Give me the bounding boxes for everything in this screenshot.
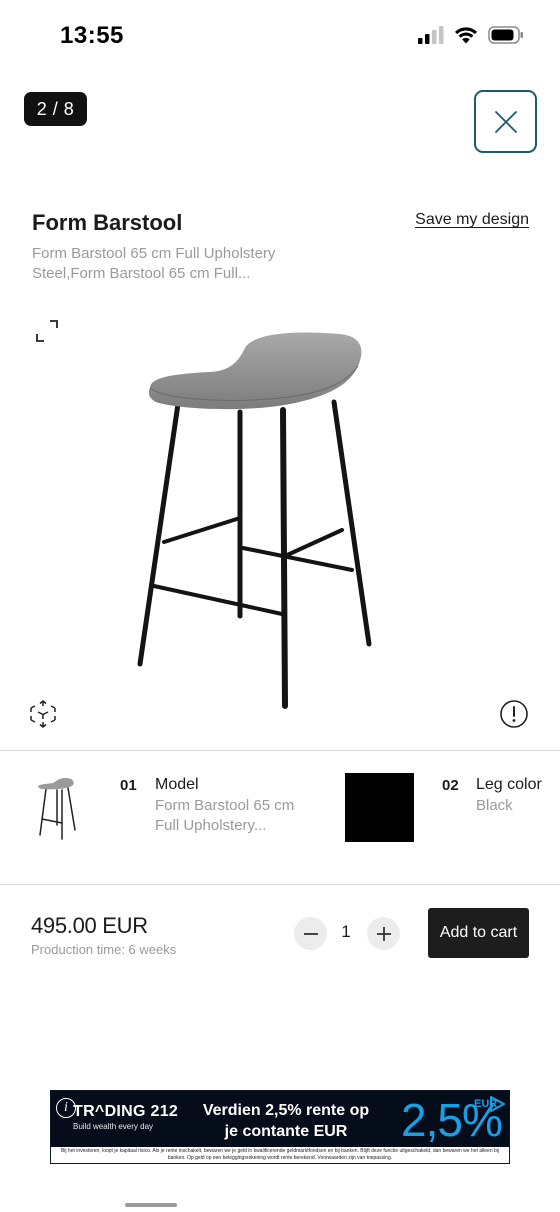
save-design-link[interactable]: Save my design xyxy=(415,211,529,229)
config-leg-color-value: Black xyxy=(476,797,513,814)
plus-icon xyxy=(376,926,391,941)
config-leg-color-label[interactable]: Leg color xyxy=(476,776,542,794)
ar-view-icon[interactable] xyxy=(28,698,58,730)
ad-banner[interactable]: i TR^DING 212 Build wealth every day Ver… xyxy=(50,1090,510,1164)
quantity-increase-button[interactable] xyxy=(367,917,400,950)
leg-color-swatch[interactable] xyxy=(345,773,414,842)
model-thumbnail[interactable] xyxy=(33,775,81,841)
close-icon xyxy=(494,110,517,133)
close-button[interactable] xyxy=(474,90,537,153)
battery-icon xyxy=(488,26,523,44)
config-model-label[interactable]: Model xyxy=(155,776,199,794)
ad-arrow-icon xyxy=(490,1096,505,1112)
quantity-decrease-button[interactable] xyxy=(294,917,327,950)
ad-tagline: Build wealth every day xyxy=(73,1122,154,1131)
config-model-number: 01 xyxy=(120,777,137,794)
product-subtitle: Form Barstool 65 cm Full Upholstery Stee… xyxy=(32,245,276,282)
add-to-cart-button[interactable]: Add to cart xyxy=(428,908,529,958)
ad-brand: TR^DING 212 xyxy=(73,1103,179,1120)
info-icon[interactable] xyxy=(499,699,529,729)
signal-icon xyxy=(418,26,444,44)
product-title: Form Barstool xyxy=(32,210,183,235)
gallery-counter: 2 / 8 xyxy=(24,92,87,126)
ad-headline: Verdien 2,5% rente op je contante EUR xyxy=(202,1102,370,1140)
minus-icon xyxy=(303,932,318,935)
product-image xyxy=(137,332,372,709)
ad-disclaimer: Bij het investeren, loopt je kapitaal ri… xyxy=(60,1148,500,1161)
status-bar: 13:55 xyxy=(0,0,560,70)
divider-bottom xyxy=(0,884,560,885)
quantity-value: 1 xyxy=(341,922,351,941)
production-time: Production time: 6 weeks xyxy=(31,942,177,957)
home-indicator xyxy=(125,1203,177,1207)
status-icons xyxy=(418,26,524,44)
config-leg-color-number: 02 xyxy=(442,777,459,794)
config-model-value: Form Barstool 65 cm Full Upholstery... xyxy=(155,797,295,834)
price: 495.00 EUR xyxy=(31,913,148,938)
status-time: 13:55 xyxy=(60,22,124,49)
divider-top xyxy=(0,750,560,751)
expand-icon[interactable] xyxy=(34,318,60,344)
wifi-icon xyxy=(455,27,477,44)
